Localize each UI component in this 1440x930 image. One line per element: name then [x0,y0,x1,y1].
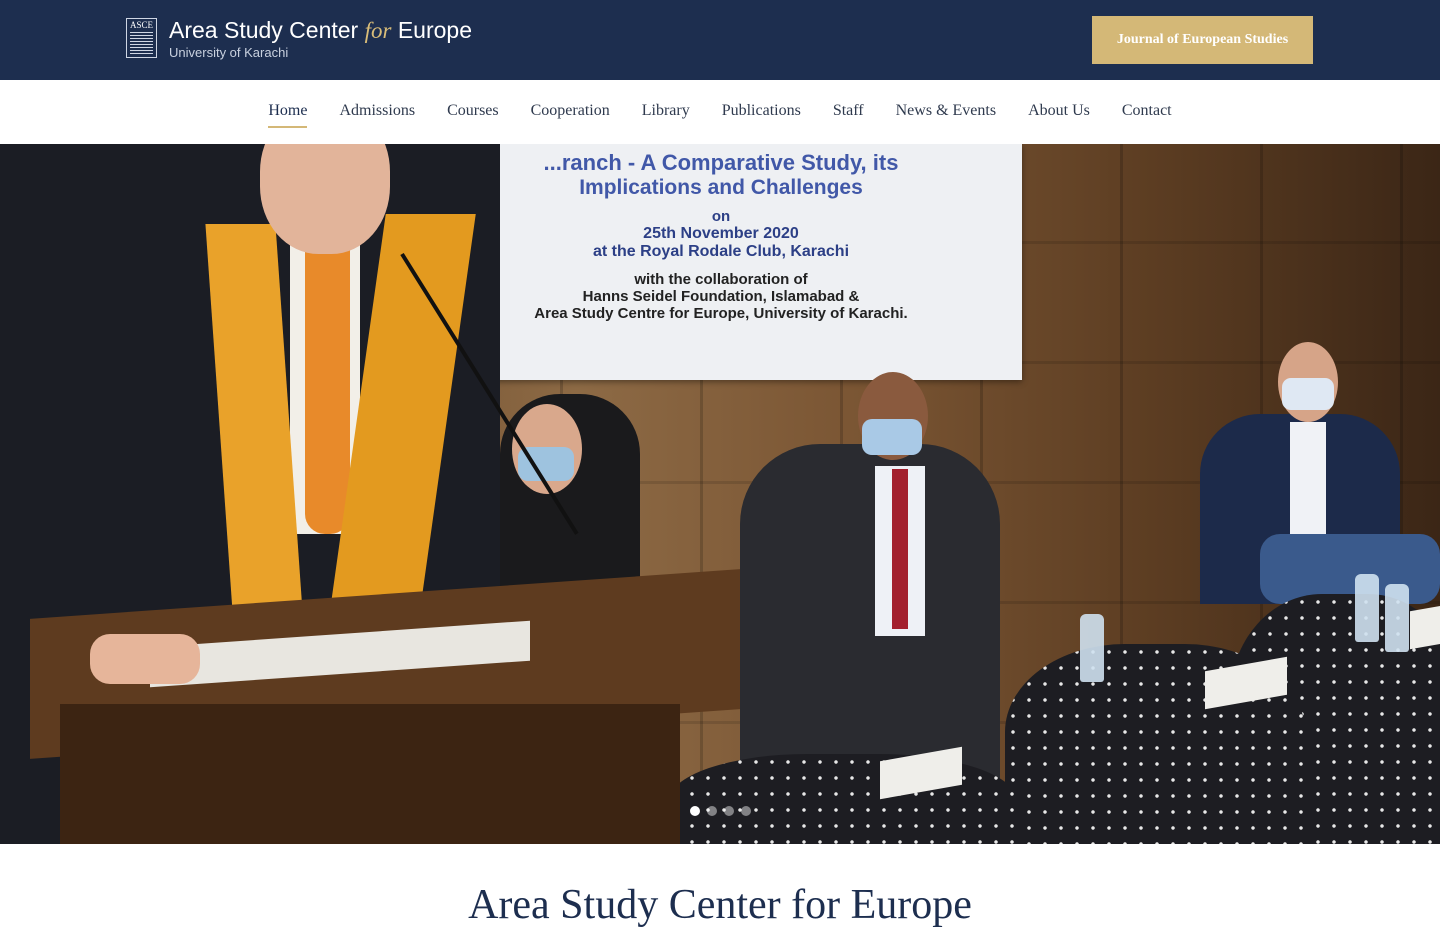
nav-item-publications[interactable]: Publications [722,102,801,122]
slider-dot-3[interactable] [723,806,734,816]
nav-item-home[interactable]: Home [268,102,308,128]
banner-line: Area Study Centre for Europe, University… [534,305,908,322]
banner-line: Hanns Seidel Foundation, Islamabad & [582,288,860,305]
hero-slider[interactable]: ...ranch - A Comparative Study, its Impl… [0,144,1440,844]
nav-item-news-events[interactable]: News & Events [896,102,996,122]
main-navigation: Home Admissions Courses Cooperation Libr… [0,80,1440,144]
slider-dot-4[interactable] [740,806,751,816]
nav-item-staff[interactable]: Staff [833,102,864,122]
banner-line: with the collaboration of [634,271,808,288]
event-banner: ...ranch - A Comparative Study, its Impl… [420,144,1022,380]
nav-item-about-us[interactable]: About Us [1028,102,1090,122]
banner-line: on [711,208,731,225]
banner-line: 25th November 2020 [643,225,799,242]
logo-emblem-icon: ASCE [126,18,157,58]
nav-item-courses[interactable]: Courses [447,102,499,122]
logo-title: Area Study Center for Europe [169,17,473,43]
section-title: Area Study Center for Europe [468,882,972,928]
nav-item-cooperation[interactable]: Cooperation [531,102,610,122]
slider-dot-1[interactable] [689,806,700,816]
journal-of-european-studies-button[interactable]: Journal of European Studies [1092,16,1313,64]
logo-abbreviation: ASCE [129,20,153,30]
banner-line: at the Royal Rodale Club, Karachi [592,243,850,260]
logo-subtitle: University of Karachi [169,45,289,60]
nav-item-library[interactable]: Library [642,102,690,122]
top-header-bar: ASCE Area Study Center for Europe Univer… [0,0,1440,80]
banner-line: ...ranch - A Comparative Study, its [543,150,899,175]
banner-line: Implications and Challenges [579,176,863,199]
nav-item-admissions[interactable]: Admissions [339,102,415,122]
slider-dot-2[interactable] [706,806,717,816]
site-logo[interactable]: ASCE Area Study Center for Europe Univer… [126,17,473,61]
slider-pagination [0,806,1440,816]
nav-item-contact[interactable]: Contact [1122,102,1172,122]
